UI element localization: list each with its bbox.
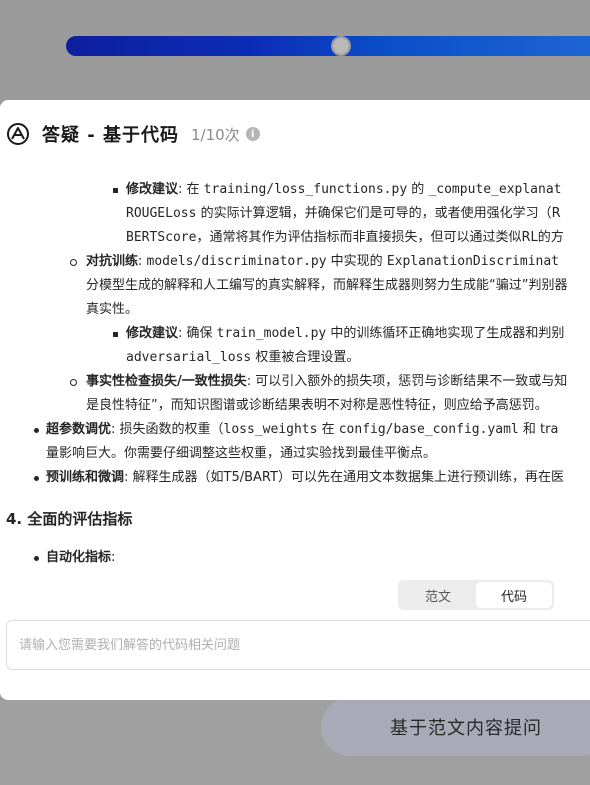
list-item: 修改建议: 确保 train_model.py 中的训练循环正确地实现了生成器和… [126, 326, 565, 341]
tab-sample[interactable]: 范文 [400, 582, 476, 608]
logo-icon [6, 122, 30, 146]
modal-header: 答疑 - 基于代码 1/10次 i [0, 100, 590, 168]
progress-bar[interactable] [66, 36, 590, 56]
question-input-box[interactable] [6, 620, 590, 670]
bullet-square-icon [113, 188, 118, 193]
answer-content: 修改建议: 在 training/loss_functions.py 的 _co… [0, 178, 590, 578]
list-item: 修改建议: 在 training/loss_functions.py 的 _co… [126, 182, 562, 197]
list-item: 预训练和微调: 解释生成器（如T5/BART）可以先在通用文本数据集上进行预训练… [46, 470, 564, 485]
list-item-continued: BERTScore，通常将其作为评估指标而非直接损失，但可以通过类似RL的方 [126, 230, 564, 245]
list-item-continued: 分模型生成的解释和人工编写的真实解释，而解释生成器则努力生成能“骗过”判别器 [86, 278, 568, 293]
list-item: 对抗训练: models/discriminator.py 中实现的 Expla… [86, 254, 559, 269]
qa-modal: 答疑 - 基于代码 1/10次 i 修改建议: 在 training/loss_… [0, 100, 590, 700]
list-item-continued: 量影响巨大。你需要仔细调整这些权重，通过实验找到最佳平衡点。 [46, 446, 437, 461]
bullet-disc-icon [34, 556, 39, 561]
question-input[interactable] [19, 637, 579, 653]
bullet-disc-icon [34, 476, 39, 481]
list-item-continued: 真实性。 [86, 302, 139, 317]
modal-title: 答疑 - 基于代码 [42, 125, 180, 146]
bullet-circle-icon [70, 379, 77, 386]
list-item-continued: ROUGELoss 的实际计算逻辑，并确保它们是可导的，或者使用强化学习（R [126, 206, 561, 221]
quota-counter: 1/10次 [191, 125, 240, 144]
bullet-circle-icon [70, 259, 77, 266]
info-icon[interactable]: i [245, 127, 260, 141]
progress-knob[interactable] [331, 36, 351, 56]
section-heading: 4. 全面的评估指标 [6, 510, 133, 528]
source-toggle: 范文 代码 [398, 580, 554, 610]
bullet-square-icon [113, 332, 118, 337]
ask-from-sample-button[interactable]: 基于范文内容提问 [321, 698, 590, 756]
list-item: 事实性检查损失/一致性损失: 可以引入额外的损失项，惩罚与诊断结果不一致或与知 [86, 374, 568, 389]
list-item: 超参数调优: 损失函数的权重（loss_weights 在 config/bas… [46, 422, 559, 437]
list-item-continued: adversarial_loss 权重被合理设置。 [126, 350, 360, 365]
list-item: 自动化指标: [46, 550, 116, 565]
bullet-disc-icon [34, 428, 39, 433]
tab-code[interactable]: 代码 [476, 582, 552, 608]
list-item-continued: 是良性特征”，而知识图谱或诊断结果表明不对称是恶性特征，则应给予高惩罚。 [86, 398, 548, 413]
